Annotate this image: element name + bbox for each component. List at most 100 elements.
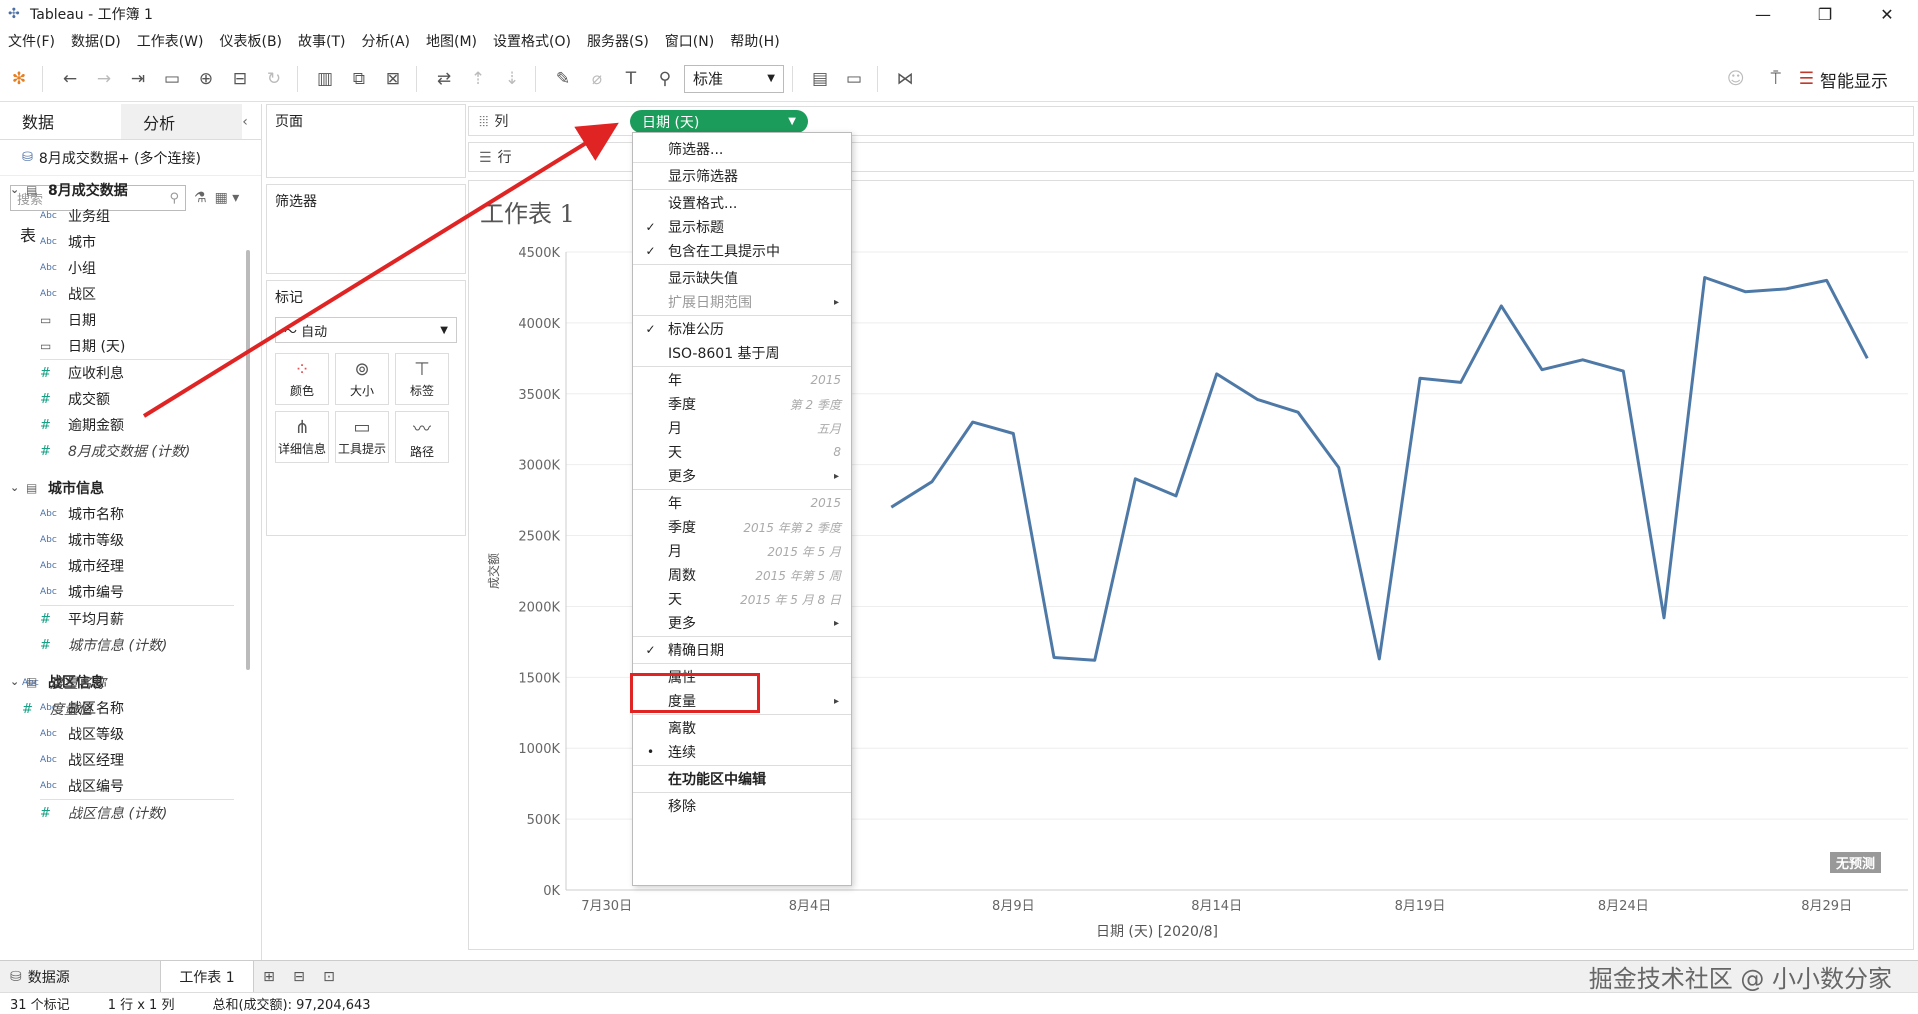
sort-descending-icon[interactable]: ⇣ (497, 64, 527, 94)
datasource-selector[interactable]: ⛁ 8月成交数据+ (多个连接) (0, 140, 261, 176)
menu-item[interactable]: 季度 第 2 季度 (633, 392, 851, 416)
menu-map[interactable]: 地图(M) (426, 31, 477, 51)
path-button[interactable]: 〰 路径 (395, 411, 449, 463)
fit-select[interactable]: 标准 ▼ (684, 64, 784, 93)
field-dimension[interactable]: Abc 小组 (0, 255, 244, 281)
menu-item[interactable]: 年 2015 (633, 368, 851, 392)
menu-item[interactable]: 天 8 (633, 440, 851, 464)
menu-item[interactable]: 更多 ▸ (633, 464, 851, 488)
detail-button[interactable]: ⋔ 详细信息 (275, 411, 329, 463)
new-dashboard-tab-icon[interactable]: ⊟ (284, 969, 314, 985)
highlight-icon[interactable]: ✎ (548, 64, 578, 94)
show-cards-icon[interactable]: ▤ (805, 64, 835, 94)
menu-item[interactable]: 扩展日期范围 ▸ (633, 290, 851, 314)
field-measure-values[interactable]: # 度量值 (0, 696, 244, 722)
menu-item[interactable]: ✓ 包含在工具提示中 (633, 239, 851, 263)
swap-icon[interactable]: ⇄ (429, 64, 459, 94)
menu-worksheet[interactable]: 工作表(W) (137, 31, 204, 51)
menu-item[interactable]: 离散 (633, 716, 851, 740)
menu-file[interactable]: 文件(F) (8, 31, 55, 51)
sort-ascending-icon[interactable]: ⇡ (463, 64, 493, 94)
explain-icon[interactable]: ⍑ (1761, 64, 1791, 94)
menu-item[interactable]: ISO-8601 基于周 (633, 341, 851, 365)
field-dimension[interactable]: Abc 城市编号 (0, 579, 244, 605)
new-worksheet-tab-icon[interactable]: ⊞ (254, 969, 284, 985)
date-day-pill[interactable]: 日期 (天) ▼ (630, 110, 808, 133)
duplicate-sheet-icon[interactable]: ⧉ (344, 64, 374, 94)
new-worksheet-icon[interactable]: ▥ (310, 64, 340, 94)
field-dimension[interactable]: ▭ 日期 (天) (0, 333, 244, 359)
refresh-icon[interactable]: ↻ (259, 64, 289, 94)
menu-story[interactable]: 故事(T) (298, 31, 345, 51)
collapse-icon[interactable]: ‹ (242, 104, 261, 139)
menu-item[interactable]: 显示筛选器 (633, 164, 851, 188)
menu-analysis[interactable]: 分析(A) (362, 31, 411, 51)
field-measure[interactable]: # 成交额 (0, 386, 244, 412)
datasource-tab[interactable]: ⛁ 数据源 (0, 967, 160, 987)
smart-show-button[interactable]: ☺ ⍑ ☰ 智能显示 (1717, 64, 1888, 94)
menu-item[interactable]: • 连续 (633, 740, 851, 764)
label-button[interactable]: ⊤ 标签 (395, 353, 449, 405)
labels-icon[interactable]: T (616, 64, 646, 94)
redo-icon[interactable]: → (89, 64, 119, 94)
chevron-down-icon[interactable]: ⌄ (10, 183, 26, 196)
menu-item[interactable]: 季度 2015 年第 2 季度 (633, 515, 851, 539)
presentation-mode-icon[interactable]: ▭ (839, 64, 869, 94)
worksheet-tab[interactable]: 工作表 1 (160, 960, 254, 993)
menu-item[interactable]: 设置格式... (633, 191, 851, 215)
tooltip-button[interactable]: ▭ 工具提示 (335, 411, 389, 463)
pause-updates-icon[interactable]: ⊟ (225, 64, 255, 94)
filters-shelf[interactable]: 筛选器 (266, 184, 466, 274)
group-icon[interactable]: ⌀ (582, 64, 612, 94)
menu-item[interactable]: 月 五月 (633, 416, 851, 440)
table-header[interactable]: ⌄ ▤ 8月成交数据 (0, 176, 244, 203)
field-dimension[interactable]: Abc 战区经理 (0, 747, 244, 773)
field-dimension[interactable]: ▭ 日期 (0, 307, 244, 333)
replay-icon[interactable]: ⇥ (123, 64, 153, 94)
field-dimension[interactable]: Abc 城市名称 (0, 501, 244, 527)
field-dimension[interactable]: Abc 战区等级 (0, 721, 244, 747)
field-dimension[interactable]: Abc 城市等级 (0, 527, 244, 553)
clear-sheet-icon[interactable]: ⊠ (378, 64, 408, 94)
menu-item[interactable]: 筛选器... (633, 137, 851, 161)
field-measure[interactable]: # 应收利息 (0, 360, 244, 386)
save-icon[interactable]: ▭ (157, 64, 187, 94)
field-dimension[interactable]: Abc 战区编号 (0, 773, 244, 799)
pages-shelf[interactable]: 页面 (266, 104, 466, 178)
menu-window[interactable]: 窗口(N) (665, 31, 714, 51)
data-pane-scrollbar[interactable] (246, 250, 250, 670)
field-dimension[interactable]: Abc 战区 (0, 281, 244, 307)
new-datasource-icon[interactable]: ⊕ (191, 64, 221, 94)
ask-data-icon[interactable]: ☺ (1721, 64, 1751, 94)
tableau-home-icon[interactable]: ✻ (4, 64, 34, 94)
minimize-button[interactable]: — (1732, 0, 1794, 28)
tab-analysis[interactable]: 分析 (121, 104, 243, 139)
field-measure[interactable]: # 平均月薪 (0, 606, 244, 632)
menu-item[interactable]: 天 2015 年 5 月 8 日 (633, 587, 851, 611)
tab-data[interactable]: 数据 (0, 104, 122, 139)
color-button[interactable]: ⁘ 颜色 (275, 353, 329, 405)
field-dimension[interactable]: Abc 城市经理 (0, 553, 244, 579)
field-measure[interactable]: # 8月成交数据 (计数) (0, 438, 244, 464)
share-icon[interactable]: ⋈ (890, 64, 920, 94)
menu-item[interactable]: 移除 (633, 794, 851, 818)
new-story-tab-icon[interactable]: ⊡ (314, 969, 344, 985)
menu-item[interactable]: 年 2015 (633, 491, 851, 515)
mark-type-select[interactable]: 〜 自动 ▼ (275, 317, 457, 343)
field-measure[interactable]: # 逾期金额 (0, 412, 244, 438)
menu-format[interactable]: 设置格式(O) (493, 31, 571, 51)
undo-icon[interactable]: ← (55, 64, 85, 94)
menu-item[interactable]: 显示缺失值 (633, 266, 851, 290)
field-dimension[interactable]: Abc 城市 (0, 229, 244, 255)
pin-icon[interactable]: ⚲ (650, 64, 680, 94)
menu-data[interactable]: 数据(D) (71, 31, 121, 51)
menu-item[interactable]: 在功能区中编辑 (633, 767, 851, 791)
menu-item[interactable]: ✓ 显示标题 (633, 215, 851, 239)
field-dimension[interactable]: Abc 业务组 (0, 203, 244, 229)
menu-item[interactable]: ✓ 标准公历 (633, 317, 851, 341)
chevron-down-icon[interactable]: ▼ (788, 116, 796, 127)
field-measure-names[interactable]: Abc 度量名称 (0, 670, 244, 696)
menu-item[interactable]: 周数 2015 年第 5 周 (633, 563, 851, 587)
menu-dashboard[interactable]: 仪表板(B) (219, 31, 282, 51)
close-button[interactable]: ✕ (1856, 0, 1918, 28)
